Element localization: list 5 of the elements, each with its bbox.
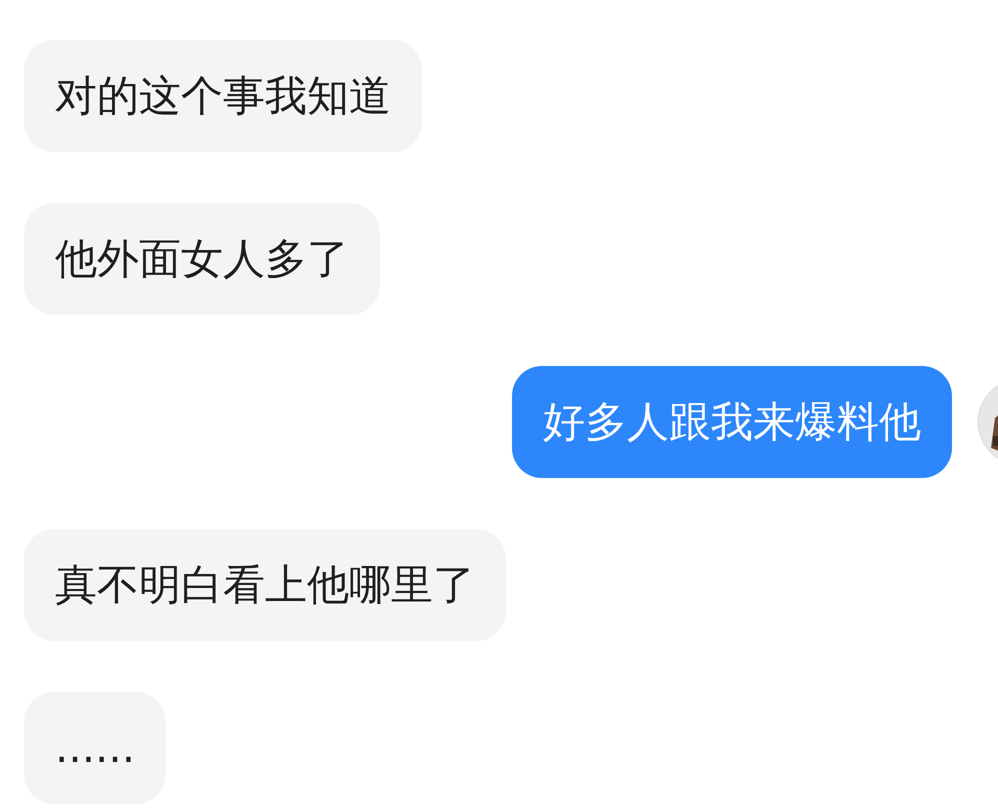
message-bubble: 好多人跟我来爆料他 <box>512 366 952 478</box>
message-bubble: 他外面女人多了 <box>24 203 380 315</box>
message-bubble: 对的这个事我知道 <box>24 40 422 152</box>
message-bubble: ...... <box>24 692 166 804</box>
message-bubble: 真不明白看上他哪里了 <box>24 529 506 641</box>
